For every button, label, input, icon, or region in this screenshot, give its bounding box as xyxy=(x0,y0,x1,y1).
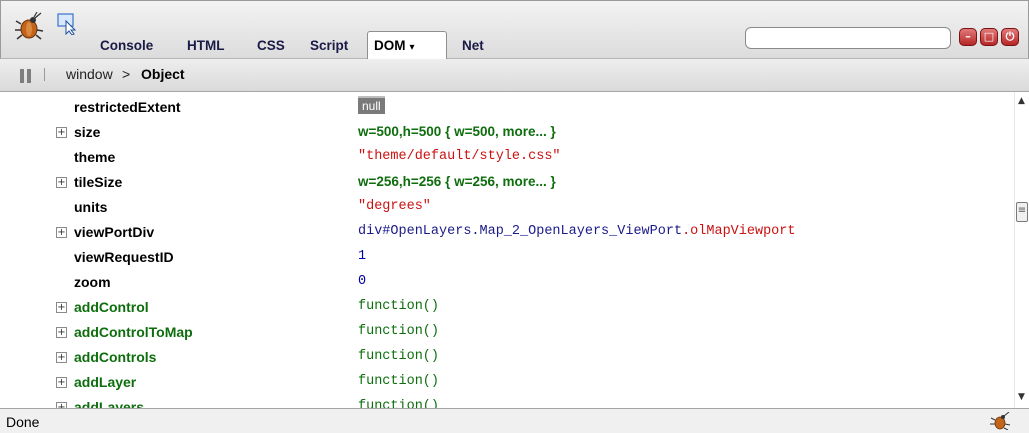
divider xyxy=(44,68,45,81)
property-value: 1 xyxy=(358,249,367,264)
pause-icon[interactable] xyxy=(20,69,32,83)
tab-dom-label: DOM xyxy=(374,38,406,53)
property-value[interactable]: w=256,h=256 { w=256, more... } xyxy=(358,174,556,189)
dom-row[interactable]: + addLayers function() xyxy=(0,396,1014,408)
property-name: tileSize xyxy=(74,174,123,190)
tab-console[interactable]: Console xyxy=(94,34,159,58)
property-name: addLayer xyxy=(74,374,137,390)
dom-row[interactable]: theme "theme/default/style.css" xyxy=(0,146,1014,170)
close-icon[interactable]: ⏻ xyxy=(1001,28,1019,46)
element-class: .olMapViewport xyxy=(682,224,796,239)
breadcrumb: window > Object xyxy=(0,59,1029,92)
dom-row[interactable]: + addLayer function() xyxy=(0,371,1014,395)
property-name: size xyxy=(74,124,101,140)
expand-plus-icon[interactable]: + xyxy=(56,177,67,188)
expand-plus-icon[interactable]: + xyxy=(56,377,67,388)
scroll-down-icon[interactable]: ▼ xyxy=(1018,392,1025,402)
property-value[interactable]: function() xyxy=(358,349,439,364)
dom-row[interactable]: units "degrees" xyxy=(0,196,1014,220)
property-value[interactable]: function() xyxy=(358,299,439,314)
dom-row[interactable]: zoom 0 xyxy=(0,271,1014,295)
property-name: viewPortDiv xyxy=(74,224,155,240)
property-name: units xyxy=(74,199,108,215)
property-name: addLayers xyxy=(74,399,145,408)
detach-icon[interactable]: □ xyxy=(980,28,998,46)
tab-html[interactable]: HTML xyxy=(181,34,231,58)
breadcrumb-separator: > xyxy=(122,66,131,82)
property-name: zoom xyxy=(74,274,111,290)
vertical-scrollbar[interactable]: ▲ ≡ ▼ xyxy=(1014,92,1029,408)
breadcrumb-object[interactable]: Object xyxy=(141,66,185,82)
property-name: restrictedExtent xyxy=(74,99,181,115)
breadcrumb-window[interactable]: window xyxy=(66,66,113,82)
firebug-toolbar: Console HTML CSS Script DOM ▾ Net – □ ⏻ xyxy=(0,0,1029,59)
tab-net[interactable]: Net xyxy=(456,34,490,58)
expand-plus-icon[interactable]: + xyxy=(56,302,67,313)
inspect-icon[interactable] xyxy=(57,13,79,35)
property-value[interactable]: w=500,h=500 { w=500, more... } xyxy=(358,124,556,139)
dom-row[interactable]: + size w=500,h=500 { w=500, more... } xyxy=(0,121,1014,145)
property-value[interactable]: div#OpenLayers.Map_2_OpenLayers_ViewPort… xyxy=(358,224,795,239)
property-value: "theme/default/style.css" xyxy=(358,149,561,164)
expand-plus-icon[interactable]: + xyxy=(56,227,67,238)
scroll-up-icon[interactable]: ▲ xyxy=(1018,96,1025,106)
property-name: addControls xyxy=(74,349,157,365)
property-value: "degrees" xyxy=(358,199,431,214)
dom-row[interactable]: + addControlToMap function() xyxy=(0,321,1014,345)
tab-css[interactable]: CSS xyxy=(251,34,291,58)
search-input[interactable] xyxy=(745,27,951,49)
chevron-down-icon[interactable]: ▾ xyxy=(410,42,415,53)
dom-panel: restrictedExtent null + size w=500,h=500… xyxy=(0,92,1014,408)
property-name: addControl xyxy=(74,299,149,315)
property-name: addControlToMap xyxy=(74,324,193,340)
dom-row[interactable]: restrictedExtent null xyxy=(0,96,1014,120)
firebug-icon[interactable] xyxy=(15,12,47,40)
property-name: theme xyxy=(74,149,116,165)
scroll-thumb[interactable]: ≡ xyxy=(1016,202,1028,222)
dom-row[interactable]: viewRequestID 1 xyxy=(0,246,1014,270)
null-badge: null xyxy=(358,96,385,114)
dom-row[interactable]: + addControls function() xyxy=(0,346,1014,370)
property-value[interactable]: function() xyxy=(358,324,439,339)
minimize-icon[interactable]: – xyxy=(959,28,977,46)
status-bar: Done xyxy=(0,408,1029,433)
element-ref: div#OpenLayers.Map_2_OpenLayers_ViewPort xyxy=(358,224,683,239)
dom-row[interactable]: + viewPortDiv div#OpenLayers.Map_2_OpenL… xyxy=(0,221,1014,245)
dom-row[interactable]: + tileSize w=256,h=256 { w=256, more... … xyxy=(0,171,1014,195)
expand-plus-icon[interactable]: + xyxy=(56,327,67,338)
property-name: viewRequestID xyxy=(74,249,174,265)
firebug-status-icon[interactable] xyxy=(990,412,1012,430)
property-value: 0 xyxy=(358,274,367,289)
expand-plus-icon[interactable]: + xyxy=(56,127,67,138)
property-value: null xyxy=(358,96,385,114)
expand-plus-icon[interactable]: + xyxy=(56,352,67,363)
property-value[interactable]: function() xyxy=(358,374,439,389)
property-value[interactable]: function() xyxy=(358,399,439,408)
tab-script[interactable]: Script xyxy=(304,34,354,58)
tab-dom[interactable]: DOM ▾ xyxy=(367,31,447,59)
status-text: Done xyxy=(6,414,40,430)
dom-row[interactable]: + addControl function() xyxy=(0,296,1014,320)
